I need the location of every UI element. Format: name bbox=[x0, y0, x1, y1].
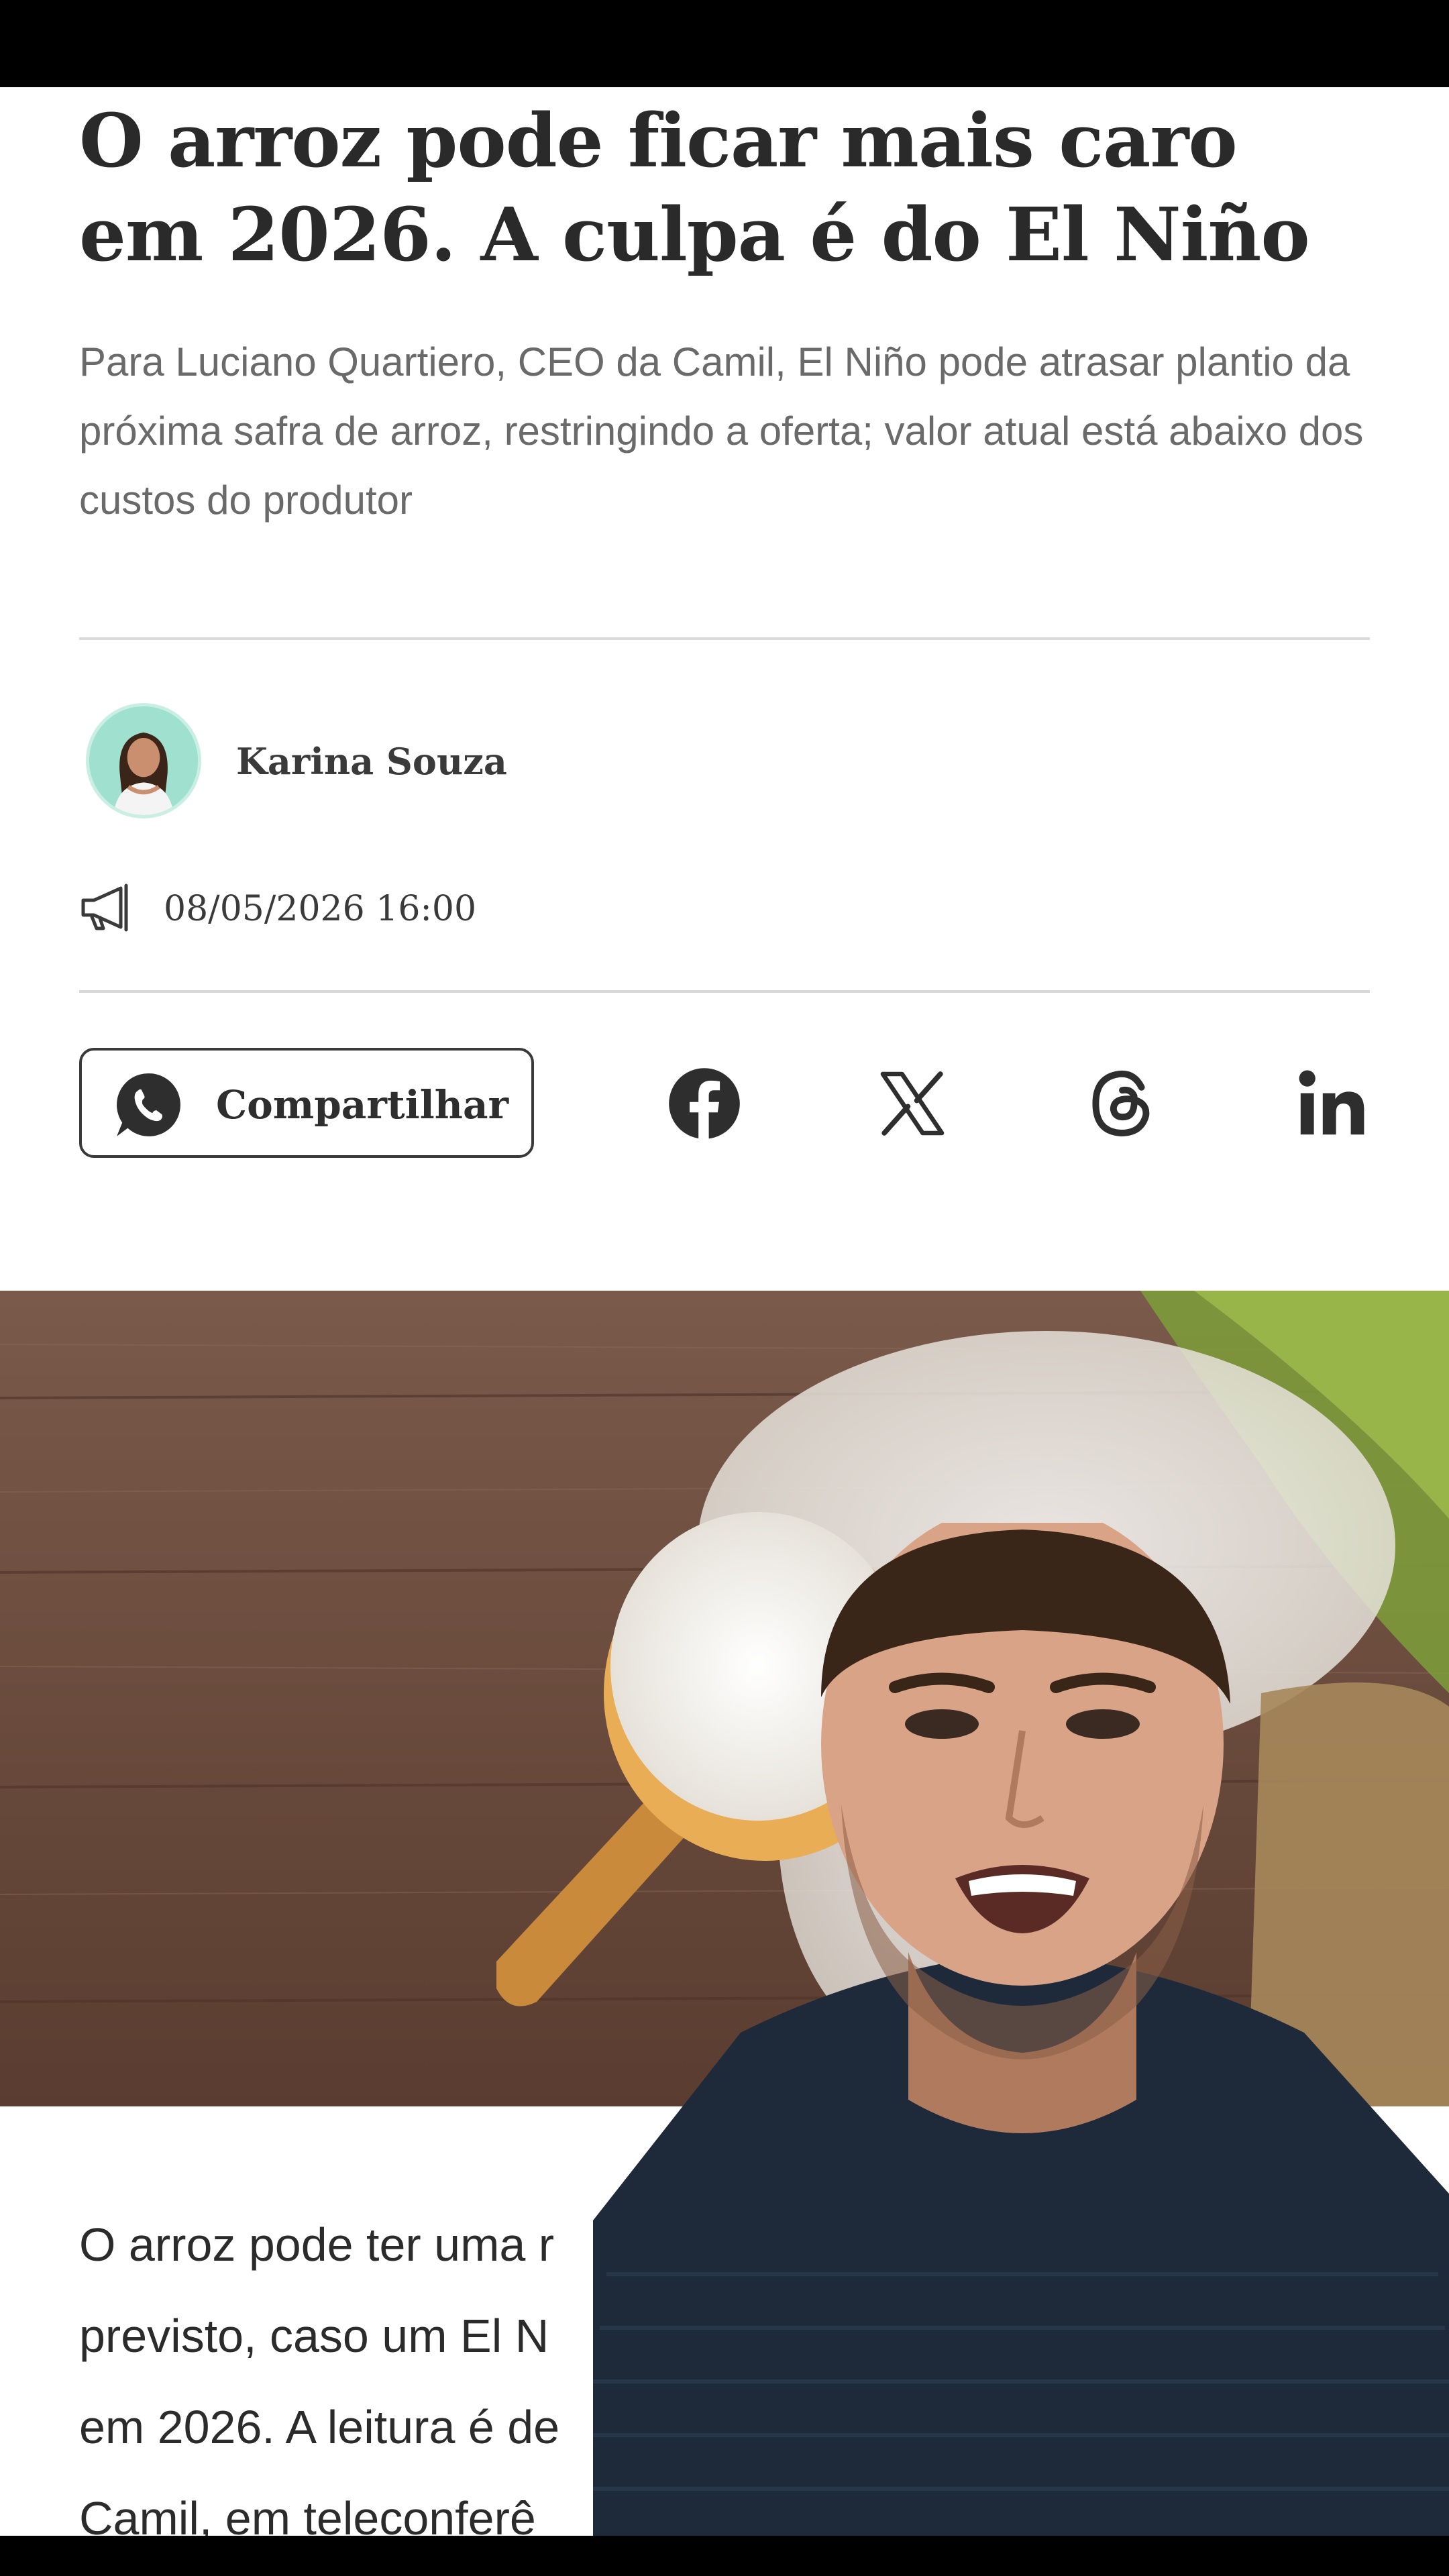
megaphone-icon bbox=[81, 883, 128, 932]
author-avatar[interactable] bbox=[86, 703, 201, 818]
threads-icon[interactable] bbox=[1085, 1067, 1159, 1140]
article-subtitle: Para Luciano Quartiero, CEO da Camil, El… bbox=[79, 339, 1364, 523]
publish-date: 08/05/2026 16:00 bbox=[164, 889, 477, 929]
bottom-bar bbox=[0, 2536, 1449, 2576]
linkedin-icon[interactable] bbox=[1295, 1067, 1368, 1140]
share-label: Compartilhar bbox=[216, 1082, 509, 1128]
whatsapp-icon bbox=[117, 1073, 180, 1136]
whatsapp-share-button[interactable]: Compartilhar bbox=[79, 1048, 534, 1158]
author-name[interactable]: Karina Souza bbox=[236, 738, 507, 785]
presenter-video-overlay[interactable] bbox=[593, 1523, 1449, 2536]
divider bbox=[79, 637, 1370, 640]
divider bbox=[79, 990, 1370, 993]
x-icon[interactable] bbox=[875, 1067, 949, 1140]
facebook-icon[interactable] bbox=[667, 1067, 741, 1140]
article-headline: O arroz pode ficar mais caro em 2026. A … bbox=[79, 97, 1310, 278]
top-bar bbox=[0, 0, 1449, 87]
